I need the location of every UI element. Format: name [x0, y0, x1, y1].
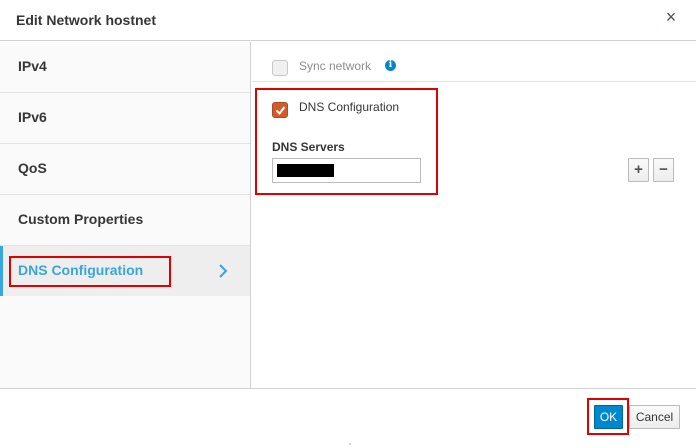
dns-configuration-panel: Sync network i DNS Configuration DNS Ser…: [252, 42, 696, 388]
add-dns-server-button[interactable]: +: [628, 158, 649, 182]
dns-servers-label: DNS Servers: [272, 140, 345, 154]
sidebar-item-ipv6[interactable]: IPv6: [0, 93, 250, 144]
chevron-right-icon: [217, 264, 229, 278]
info-icon[interactable]: i: [385, 60, 396, 71]
sidebar-item-label: Custom Properties: [18, 211, 144, 227]
cancel-button[interactable]: Cancel: [629, 405, 680, 429]
sidebar: IPv4 IPv6 QoS Custom Properties DNS Conf…: [0, 42, 251, 388]
dns-server-input[interactable]: [272, 158, 421, 183]
sidebar-item-label: IPv4: [18, 58, 47, 74]
sync-network-label: Sync network: [299, 59, 372, 73]
sidebar-item-label: IPv6: [18, 109, 47, 125]
dialog-header: Edit Network hostnet ×: [0, 0, 696, 41]
sidebar-item-label: DNS Configuration: [18, 262, 144, 278]
remove-dns-server-button[interactable]: −: [653, 158, 674, 182]
sync-network-checkbox[interactable]: [272, 60, 288, 76]
sync-network-row: Sync network i: [252, 42, 696, 82]
sidebar-item-label: QoS: [18, 160, 47, 176]
dns-configuration-label: DNS Configuration: [299, 100, 400, 114]
ok-button[interactable]: OK: [594, 405, 623, 429]
dialog-title: Edit Network hostnet: [16, 12, 157, 28]
divider-mark: [349, 443, 351, 445]
dialog-footer: OK Cancel: [0, 388, 696, 448]
dns-configuration-checkbox[interactable]: [272, 102, 288, 118]
sidebar-item-dns-configuration[interactable]: DNS Configuration: [0, 246, 250, 296]
sidebar-item-custom-properties[interactable]: Custom Properties: [0, 195, 250, 246]
edit-network-dialog: Edit Network hostnet × IPv4 IPv6 QoS Cus…: [0, 0, 696, 448]
sidebar-item-qos[interactable]: QoS: [0, 144, 250, 195]
sidebar-item-ipv4[interactable]: IPv4: [0, 42, 250, 93]
redacted-value: [277, 164, 334, 177]
close-icon[interactable]: ×: [662, 8, 680, 26]
